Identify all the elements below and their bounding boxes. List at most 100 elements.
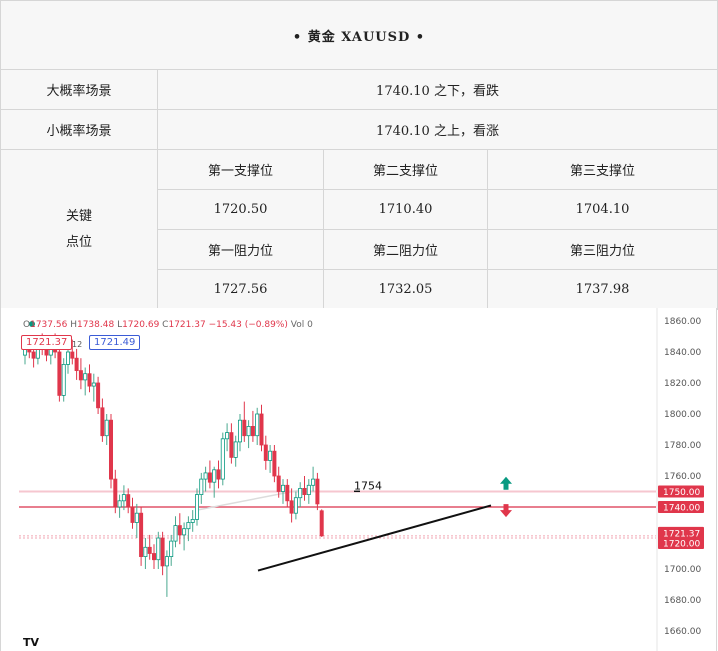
- candle-body: [134, 512, 139, 523]
- support-value-3: 1704.10: [487, 189, 718, 230]
- candle-body: [91, 382, 96, 387]
- price-tag-label: 1740.00: [663, 504, 700, 514]
- candle-body: [96, 382, 101, 409]
- candle-body: [306, 484, 311, 496]
- legend-open: 1737.56: [30, 320, 68, 330]
- y-tick-label: 1840.00: [664, 348, 701, 358]
- candle-body: [237, 419, 242, 443]
- legend-close: 1721.37: [168, 320, 206, 330]
- candle-body: [104, 419, 109, 437]
- y-tick-label: 1680.00: [664, 596, 701, 606]
- support-header-2: 第二支撑位: [323, 149, 488, 190]
- resistance-header-2: 第二阻力位: [323, 229, 488, 270]
- candle-body: [263, 444, 268, 461]
- support-header-1: 第一支撑位: [157, 149, 324, 190]
- y-tick-label: 1800.00: [664, 410, 701, 420]
- legend-change: −15.43 (−0.89%): [208, 320, 288, 330]
- candle-body: [139, 512, 144, 557]
- y-tick-label: 1660.00: [664, 627, 701, 637]
- candle-body: [280, 484, 285, 492]
- candle-body: [268, 450, 273, 461]
- candle-body: [242, 419, 247, 437]
- price-chart[interactable]: 1660.00 1680.00 1700.00 1720.00 1740.00 1760.…: [0, 308, 717, 651]
- resistance-value-2: 1732.05: [323, 269, 488, 310]
- candle-body: [113, 478, 118, 508]
- annotation-label: 1754: [354, 479, 382, 492]
- candle-body: [173, 525, 178, 542]
- candle-body: [70, 351, 75, 359]
- candle-body: [109, 419, 114, 480]
- candle-body: [190, 518, 195, 523]
- candle-body: [250, 426, 255, 437]
- candle-body: [233, 441, 238, 458]
- spread-marker: 12: [72, 340, 82, 349]
- candle-body: [285, 484, 290, 502]
- candle-body: [169, 540, 174, 558]
- candle-body: [177, 525, 182, 536]
- candle-body: [255, 413, 260, 437]
- arrow-down-icon: [500, 504, 512, 518]
- candle-body: [61, 364, 66, 396]
- candle-body: [315, 478, 320, 505]
- candle-body: [220, 438, 225, 480]
- candle-body: [276, 475, 281, 492]
- candle-body: [199, 478, 204, 496]
- support-value-2: 1710.40: [323, 189, 488, 230]
- candle-body: [117, 500, 122, 508]
- y-tick-label: 1860.00: [664, 317, 701, 327]
- candle-body: [229, 432, 234, 458]
- candle-body: [212, 469, 217, 483]
- candle-body: [311, 478, 316, 486]
- key-levels-label: 关键 点位: [0, 149, 158, 310]
- candle-body: [147, 546, 152, 554]
- resistance-header-1: 第一阻力位: [157, 229, 324, 270]
- candle-body: [100, 407, 105, 437]
- scenario-text-minor: 1740.10 之上，看涨: [157, 109, 718, 150]
- candle-body: [246, 426, 251, 437]
- resistance-value-1: 1727.56: [157, 269, 324, 310]
- candle-body: [78, 370, 83, 381]
- candle-body: [160, 537, 165, 567]
- price-tag-label: 1750.00: [663, 488, 700, 498]
- analysis-table: • 黄金 XAUUSD • 大概率场景 1740.10 之下，看跌 小概率场景 …: [0, 0, 718, 310]
- candle-body: [207, 472, 212, 483]
- candle-body: [225, 432, 230, 440]
- y-tick-label: 1780.00: [664, 441, 701, 451]
- legend-high: 1738.48: [76, 320, 115, 330]
- scenario-label-minor: 小概率场景: [0, 109, 158, 150]
- key-levels-label-line1: 关键: [65, 208, 92, 224]
- ask-price-badge[interactable]: 1721.49: [89, 335, 141, 350]
- candle-body: [57, 351, 62, 396]
- candle-body: [216, 469, 221, 480]
- candle-body: [164, 556, 169, 567]
- scenario-text-major: 1740.10 之下，看跌: [157, 69, 718, 110]
- candle-body: [31, 351, 36, 359]
- candle-body: [203, 472, 208, 480]
- candle-body: [289, 500, 294, 514]
- scenario-label-major: 大概率场景: [0, 69, 158, 110]
- candle-body: [74, 357, 79, 372]
- y-tick-label: 1700.00: [664, 565, 701, 575]
- legend-low: 1720.69: [122, 320, 160, 330]
- resistance-header-3: 第三阻力位: [487, 229, 718, 270]
- analysis-page: • 黄金 XAUUSD • 大概率场景 1740.10 之下，看跌 小概率场景 …: [0, 0, 718, 651]
- candle-body: [194, 494, 199, 520]
- candle-body: [151, 553, 156, 561]
- candle-body: [156, 537, 161, 561]
- resistance-value-3: 1737.98: [487, 269, 718, 310]
- candle-body: [87, 373, 92, 387]
- page-title: • 黄金 XAUUSD •: [0, 0, 718, 70]
- y-tick-label: 1760.00: [664, 472, 701, 482]
- candle-body: [182, 528, 187, 536]
- support-value-1: 1720.50: [157, 189, 324, 230]
- candle-body: [121, 494, 126, 502]
- key-levels-label-line2: 点位: [65, 234, 92, 250]
- candle-body: [302, 487, 307, 495]
- candle-body: [83, 373, 88, 381]
- candlestick-chart-svg[interactable]: 1660.00 1680.00 1700.00 1720.00 1740.00 1760.…: [1, 308, 716, 651]
- candle-body: [66, 351, 71, 365]
- support-header-3: 第三支撑位: [487, 149, 718, 190]
- bid-price-badge[interactable]: 1721.37: [21, 335, 73, 350]
- candle-body: [130, 506, 135, 523]
- candle-body: [259, 413, 264, 446]
